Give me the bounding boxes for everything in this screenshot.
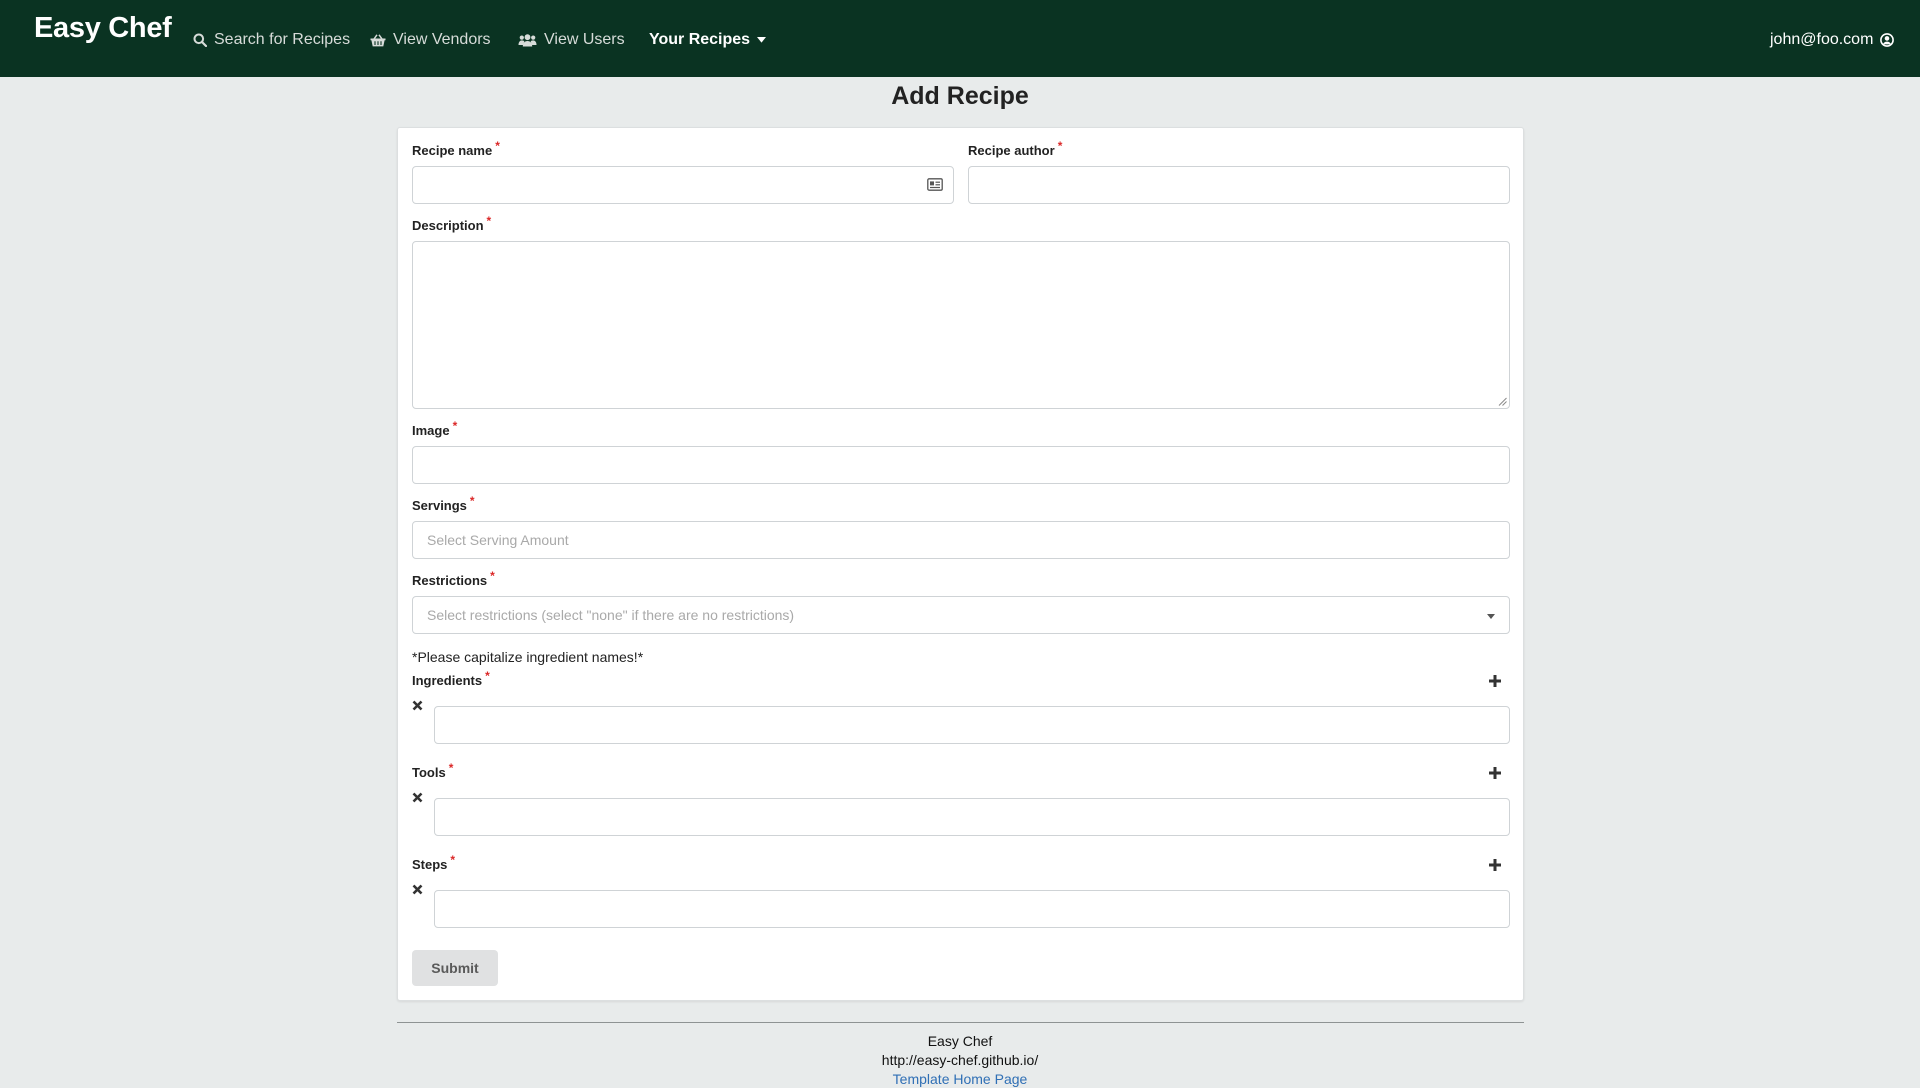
required-marker: * — [490, 569, 495, 583]
top-navbar: Easy Chef Search for Recipes View Vendor… — [0, 0, 1920, 77]
caret-down-icon — [757, 37, 767, 43]
servings-select[interactable]: Select Serving Amount — [412, 521, 1510, 559]
remove-step-close-icon[interactable] — [412, 884, 423, 895]
add-tool-plus-icon[interactable] — [1488, 766, 1502, 780]
resize-grip-icon[interactable] — [1498, 397, 1507, 406]
ingredients-label: Ingredients * — [412, 669, 490, 688]
image-input[interactable] — [413, 447, 1509, 483]
tool-field[interactable] — [434, 798, 1510, 836]
recipe-author-label: Recipe author * — [968, 139, 1063, 158]
image-label: Image * — [412, 419, 458, 438]
ingredient-capitalize-note: *Please capitalize ingredient names!* — [412, 649, 644, 665]
nav-your-recipes-label: Your Recipes — [649, 31, 751, 48]
user-email: john@foo.com — [1770, 31, 1874, 48]
recipe-author-field[interactable] — [968, 166, 1510, 204]
id-card-icon — [927, 178, 943, 191]
user-menu[interactable]: john@foo.com — [1770, 29, 1895, 51]
basket-icon — [370, 33, 386, 46]
nav-view-vendors[interactable]: View Vendors — [370, 29, 491, 51]
ingredient-input[interactable] — [435, 707, 1509, 743]
nav-view-users[interactable]: View Users — [518, 29, 625, 51]
nav-vendors-label: View Vendors — [393, 31, 491, 48]
required-marker: * — [448, 761, 454, 775]
steps-label: Steps * — [412, 853, 456, 872]
restrictions-dropdown[interactable]: Select restrictions (select "none" if th… — [412, 596, 1510, 634]
remove-tool-close-icon[interactable] — [412, 792, 423, 803]
required-marker: * — [485, 669, 490, 683]
servings-placeholder: Select Serving Amount — [427, 532, 569, 548]
required-marker: * — [450, 853, 456, 867]
description-field[interactable] — [412, 241, 1510, 409]
recipe-author-input[interactable] — [969, 167, 1509, 203]
restrictions-label: Restrictions * — [412, 569, 495, 588]
page-title: Add Recipe — [891, 82, 1029, 110]
recipe-name-field[interactable] — [412, 166, 954, 204]
tools-label: Tools * — [412, 761, 454, 780]
required-marker: * — [469, 494, 475, 508]
footer-divider — [397, 1022, 1524, 1023]
add-ingredient-plus-icon[interactable] — [1488, 674, 1502, 688]
required-marker: * — [486, 214, 492, 228]
add-recipe-form: Recipe name * Recipe author * Description *… — [397, 127, 1524, 1001]
search-icon — [193, 33, 207, 47]
description-textarea[interactable] — [413, 242, 1509, 408]
restrictions-placeholder: Select restrictions (select "none" if th… — [427, 607, 795, 623]
description-label: Description * — [412, 214, 492, 233]
submit-button[interactable]: Submit — [412, 950, 498, 986]
recipe-name-input[interactable] — [413, 167, 953, 203]
user-circle-icon — [1880, 33, 1895, 47]
nav-users-label: View Users — [544, 31, 625, 48]
nav-search-recipes[interactable]: Search for Recipes — [193, 29, 350, 51]
required-marker: * — [452, 419, 458, 433]
remove-ingredient-close-icon[interactable] — [412, 700, 423, 711]
footer-site-url: http://easy-chef.github.io/ — [881, 1052, 1039, 1068]
add-step-plus-icon[interactable] — [1488, 858, 1502, 872]
servings-label: Servings * — [412, 494, 475, 513]
dropdown-caret-icon — [1487, 614, 1495, 619]
recipe-name-label: Recipe name * — [412, 139, 500, 158]
nav-search-label: Search for Recipes — [214, 31, 351, 48]
users-icon — [518, 33, 537, 46]
required-marker: * — [1057, 139, 1063, 153]
step-field[interactable] — [434, 890, 1510, 928]
tool-input[interactable] — [435, 799, 1509, 835]
template-home-page-link[interactable]: Template Home Page — [893, 1071, 1028, 1087]
ingredient-field[interactable] — [434, 706, 1510, 744]
nav-your-recipes-dropdown[interactable]: Your Recipes — [649, 29, 767, 51]
step-input[interactable] — [435, 891, 1509, 927]
footer-link-wrapper: Template Home Page — [0, 1071, 1920, 1087]
footer-site-name: Easy Chef — [927, 1033, 993, 1049]
image-field[interactable] — [412, 446, 1510, 484]
brand-logo[interactable]: Easy Chef — [34, 12, 172, 45]
required-marker: * — [495, 139, 500, 153]
